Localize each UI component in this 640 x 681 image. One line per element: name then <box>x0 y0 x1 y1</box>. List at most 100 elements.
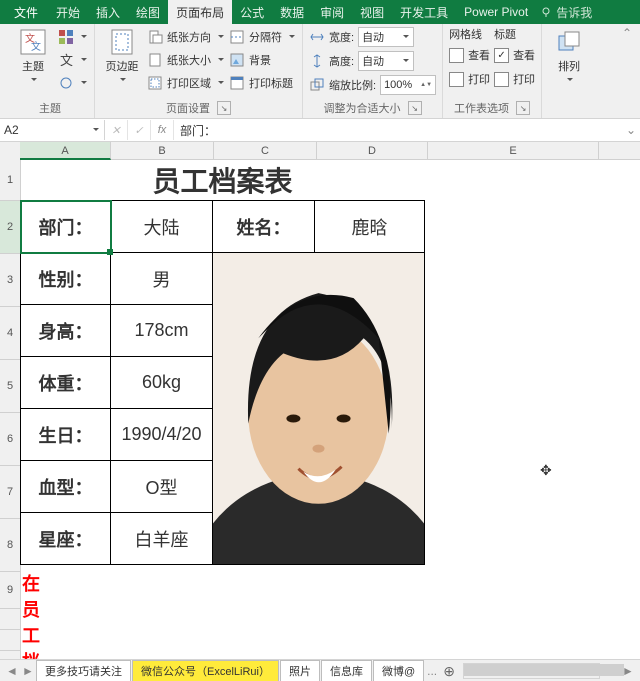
pagesetup-dialog-launcher[interactable]: ↘ <box>217 101 231 115</box>
cell[interactable]: 部门： <box>20 200 111 253</box>
scale-row: 缩放比例:100%▲▼ <box>309 74 436 96</box>
tab-draw[interactable]: 绘图 <box>128 0 168 25</box>
gridlines-label: 网格线 <box>449 26 490 42</box>
tab-devtools[interactable]: 开发工具 <box>392 0 456 25</box>
select-all-corner[interactable] <box>0 142 21 161</box>
fx-button[interactable]: fx <box>151 120 174 140</box>
checkbox-icon <box>449 48 464 63</box>
cursor-icon: ✥ <box>540 462 552 479</box>
row-header-7[interactable]: 7 <box>0 466 21 519</box>
cell[interactable]: 姓名： <box>212 200 315 253</box>
row-header-8[interactable]: 8 <box>0 519 21 572</box>
col-header-E[interactable]: E <box>428 142 599 160</box>
tab-powerpivot[interactable]: Power Pivot <box>456 1 536 23</box>
themes-button[interactable]: 文文 主题 <box>12 26 54 86</box>
background-icon <box>229 52 245 68</box>
arrange-button[interactable]: 排列 <box>548 26 590 86</box>
breaks-button[interactable]: 分隔符 <box>229 26 296 48</box>
cell[interactable]: 1990/4/20 <box>110 408 213 461</box>
ribbon-collapse[interactable]: ⌃ <box>620 24 634 118</box>
sheet-tab[interactable]: 照片 <box>280 660 320 681</box>
height-icon <box>309 53 325 69</box>
tab-nav-next[interactable]: ► <box>20 664 36 678</box>
group-scale: 宽度:自动 高度:自动 缩放比例:100%▲▼ 调整为合适大小 ↘ <box>303 24 443 118</box>
checkbox-icon: ✓ <box>494 48 509 63</box>
row-header-1[interactable]: 1 <box>0 160 21 201</box>
cell[interactable]: 身高： <box>20 304 111 357</box>
printtitles-icon <box>229 75 245 91</box>
cell[interactable]: 大陆 <box>110 200 213 253</box>
person-photo-icon <box>213 253 424 564</box>
cell[interactable]: 星座： <box>20 512 111 565</box>
scale-input[interactable]: 100%▲▼ <box>380 75 436 95</box>
name-box[interactable]: A2 <box>0 120 105 140</box>
ribbon: 文文 主题 文 主题 页边距 纸张方向 纸张大小 打印区域 分隔符 <box>0 24 640 119</box>
sheetopts-dialog-launcher[interactable]: ↘ <box>516 101 530 115</box>
row-header-5[interactable]: 5 <box>0 360 21 413</box>
tab-data[interactable]: 数据 <box>272 0 312 25</box>
row-header-3[interactable]: 3 <box>0 254 21 307</box>
cell[interactable]: 生日： <box>20 408 111 461</box>
cell[interactable]: 60kg <box>110 356 213 409</box>
theme-colors[interactable] <box>58 26 88 48</box>
tab-home[interactable]: 开始 <box>48 0 88 25</box>
tab-pagelayout[interactable]: 页面布局 <box>168 0 232 25</box>
cell[interactable]: O型 <box>110 460 213 513</box>
worksheet[interactable]: ABCDE 123456789 员工档案表 部门：大陆姓名：鹿晗性别：男身高：1… <box>0 142 640 659</box>
size-button[interactable]: 纸张大小 <box>147 49 225 71</box>
cell[interactable]: 鹿晗 <box>314 200 425 253</box>
gridlines-print-check[interactable]: 打印 <box>449 68 490 90</box>
orientation-button[interactable]: 纸张方向 <box>147 26 225 48</box>
new-sheet-button[interactable]: ⊕ <box>439 663 459 680</box>
sheet-tab[interactable]: 信息库 <box>321 660 372 681</box>
row-header-6[interactable]: 6 <box>0 413 21 466</box>
sheet-tab[interactable]: 微信公众号（ExcelLiRui） <box>132 660 279 681</box>
cell[interactable]: 男 <box>110 252 213 305</box>
margins-button[interactable]: 页边距 <box>101 26 143 86</box>
headings-view-check[interactable]: ✓查看 <box>494 44 535 66</box>
hscroll-thumb[interactable] <box>464 664 624 676</box>
cell[interactable]: 体重： <box>20 356 111 409</box>
cell[interactable]: 性别： <box>20 252 111 305</box>
printarea-button[interactable]: 打印区域 <box>147 72 225 94</box>
tab-review[interactable]: 审阅 <box>312 0 352 25</box>
gridlines-view-check[interactable]: 查看 <box>449 44 490 66</box>
tab-insert[interactable]: 插入 <box>88 0 128 25</box>
col-header-B[interactable]: B <box>111 142 214 160</box>
scale-dialog-launcher[interactable]: ↘ <box>408 101 422 115</box>
background-button[interactable]: 背景 <box>229 49 296 71</box>
formula-expand[interactable]: ⌄ <box>622 123 640 137</box>
sheet-tab[interactable]: 更多技巧请关注 <box>36 660 131 681</box>
headings-print-check[interactable]: 打印 <box>494 68 535 90</box>
checkbox-icon <box>494 72 509 87</box>
theme-effects[interactable] <box>58 72 88 94</box>
cell[interactable]: 白羊座 <box>110 512 213 565</box>
tab-nav-prev[interactable]: ◄ <box>4 664 20 678</box>
tab-view[interactable]: 视图 <box>352 0 392 25</box>
formula-input[interactable]: 部门： <box>174 120 622 140</box>
cell[interactable]: 血型： <box>20 460 111 513</box>
col-header-A[interactable]: A <box>20 142 111 160</box>
row-header-9[interactable]: 9 <box>0 572 21 609</box>
group-pagesetup: 页边距 纸张方向 纸张大小 打印区域 分隔符 背景 打印标题 页面设置 ↘ <box>95 24 303 118</box>
hscrollbar[interactable] <box>463 663 600 679</box>
col-header-C[interactable]: C <box>214 142 317 160</box>
width-input[interactable]: 自动 <box>358 27 414 47</box>
tellme[interactable]: 告诉我 <box>540 4 592 21</box>
headings-label: 标题 <box>494 26 535 42</box>
tab-formulas[interactable]: 公式 <box>232 0 272 25</box>
group-arrange: 排列 <box>542 24 596 118</box>
row-header-2[interactable]: 2 <box>0 201 22 254</box>
file-tab[interactable]: 文件 <box>4 0 48 25</box>
sheet-tab[interactable]: 微博@ <box>373 660 424 681</box>
cancel-formula[interactable]: ✕ <box>105 120 128 140</box>
enter-formula[interactable]: ✓ <box>128 120 151 140</box>
printtitles-button[interactable]: 打印标题 <box>229 72 296 94</box>
theme-fonts[interactable]: 文 <box>58 49 88 71</box>
breaks-icon <box>229 29 245 45</box>
cell[interactable]: 178cm <box>110 304 213 357</box>
height-input[interactable]: 自动 <box>358 51 414 71</box>
col-header-D[interactable]: D <box>317 142 428 160</box>
employee-photo[interactable] <box>212 252 425 565</box>
row-header-4[interactable]: 4 <box>0 307 21 360</box>
